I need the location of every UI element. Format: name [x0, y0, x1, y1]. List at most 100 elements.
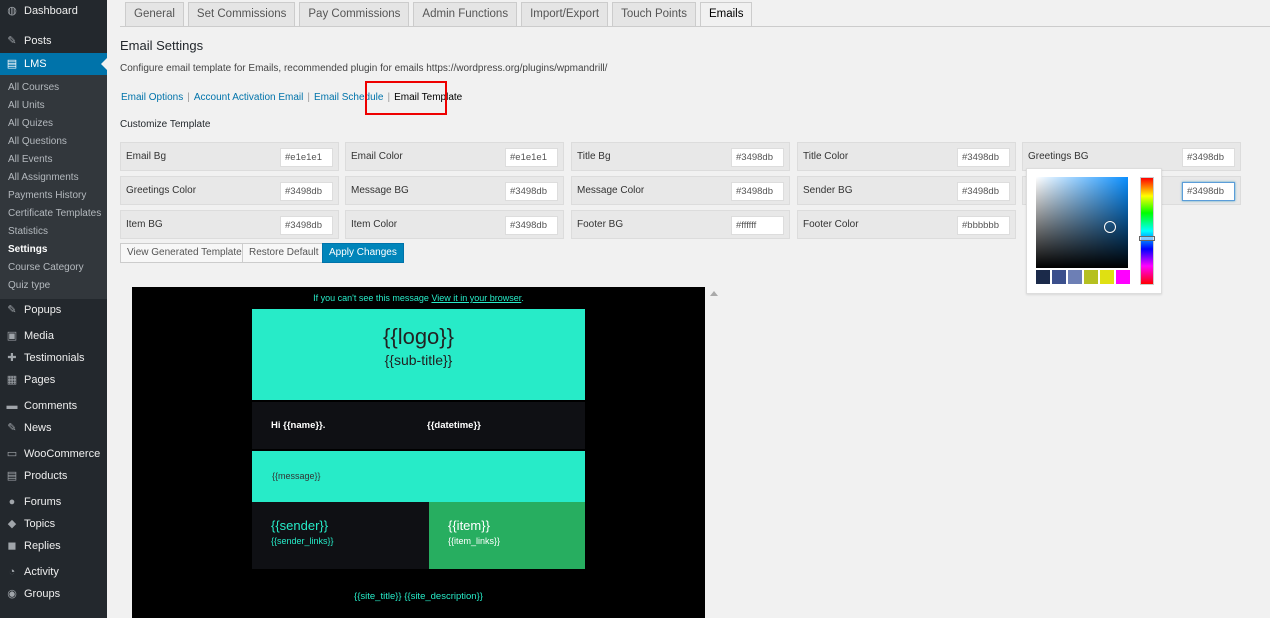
tab-general[interactable]: General: [125, 2, 184, 26]
sender-bg-input[interactable]: [957, 182, 1010, 201]
field-item-bg: Item BG: [120, 210, 339, 239]
subnav-email-options[interactable]: Email Options: [121, 92, 183, 103]
hue-slider-handle[interactable]: [1139, 236, 1155, 241]
color-gradient-area[interactable]: [1036, 177, 1128, 268]
color-swatch[interactable]: [1036, 270, 1050, 284]
subnav-account-activation[interactable]: Account Activation Email: [194, 92, 304, 103]
message-bg-input[interactable]: [505, 182, 558, 201]
submenu-item-all-quizes[interactable]: All Quizes: [0, 115, 107, 133]
preview-item: {{item}}: [448, 518, 490, 533]
preview-item-links: {{item_links}}: [448, 536, 501, 546]
apply-changes-button[interactable]: Apply Changes: [322, 243, 404, 263]
highlight-box: [365, 81, 447, 115]
preview-greeting: Hi {{name}}.: [271, 420, 326, 431]
color-selector-handle[interactable]: [1104, 221, 1116, 233]
title-color-input[interactable]: [957, 148, 1010, 167]
submenu-item-course-category[interactable]: Course Category: [0, 259, 107, 277]
preview-subtitle: {{sub-title}}: [384, 352, 453, 368]
field-label: Title Color: [803, 151, 849, 162]
view-in-browser-link[interactable]: View it in your browser: [431, 293, 521, 303]
tab-set-commissions[interactable]: Set Commissions: [187, 2, 296, 26]
submenu-item-statistics[interactable]: Statistics: [0, 223, 107, 241]
view-template-button[interactable]: View Generated Template: [120, 243, 249, 263]
email-color-input[interactable]: [505, 148, 558, 167]
footer-bg-input[interactable]: [731, 216, 784, 235]
sidebar-item-label: Groups: [24, 588, 61, 600]
page-title: Email Settings: [120, 38, 204, 53]
dashboard-icon: ◍: [7, 5, 17, 17]
sidebar-item-products[interactable]: ▤ Products: [0, 465, 107, 487]
submenu-item-certificate-templates[interactable]: Certificate Templates: [0, 205, 107, 223]
field-label: Greetings BG: [1028, 151, 1089, 162]
item-bg-input[interactable]: [280, 216, 333, 235]
sidebar-item-label: Replies: [24, 540, 61, 552]
preview-message: {{message}}: [252, 451, 585, 502]
field-greetings-color: Greetings Color: [120, 176, 339, 205]
submenu-item-all-courses[interactable]: All Courses: [0, 79, 107, 97]
preview-header: {{logo}} {{sub-title}}: [252, 309, 585, 400]
sidebar-item-label: Dashboard: [24, 5, 78, 17]
sidebar-item-groups[interactable]: ◉ Groups: [0, 583, 107, 605]
tab-admin-functions[interactable]: Admin Functions: [413, 2, 518, 26]
sidebar-item-news[interactable]: ✎ News: [0, 417, 107, 439]
sidebar-item-activity[interactable]: ◔ Activity: [0, 561, 107, 583]
email-bg-input[interactable]: [280, 148, 333, 167]
sidebar-item-posts[interactable]: ✎ Posts: [0, 30, 107, 52]
tab-import-export[interactable]: Import/Export: [521, 2, 609, 26]
restore-default-button[interactable]: Restore Default: [242, 243, 326, 263]
message-color-input[interactable]: [731, 182, 784, 201]
sidebar-item-lms[interactable]: ▤ LMS: [0, 53, 107, 75]
sidebar-item-dashboard[interactable]: ◍ Dashboard: [0, 0, 107, 22]
item-color-input[interactable]: [505, 216, 558, 235]
tab-pay-commissions[interactable]: Pay Commissions: [299, 2, 410, 26]
title-bg-input[interactable]: [731, 148, 784, 167]
submenu-item-all-units[interactable]: All Units: [0, 97, 107, 115]
tab-emails[interactable]: Emails: [699, 2, 753, 26]
tab-touch-points[interactable]: Touch Points: [612, 2, 696, 26]
sidebar-item-label: Products: [24, 470, 68, 482]
submenu-item-settings[interactable]: Settings: [0, 241, 107, 259]
sidebar-item-forums[interactable]: ● Forums: [0, 491, 107, 513]
color-swatch[interactable]: [1100, 270, 1114, 284]
sidebar-item-media[interactable]: ▣ Media: [0, 325, 107, 347]
sidebar-item-woocommerce[interactable]: ▭ WooCommerce: [0, 443, 107, 465]
submenu-item-all-events[interactable]: All Events: [0, 151, 107, 169]
media-icon: ▣: [6, 330, 18, 342]
field-label: Email Color: [351, 151, 403, 162]
greetings-color-input[interactable]: [280, 182, 333, 201]
greetings-bg-input[interactable]: [1182, 148, 1235, 167]
sidebar-item-replies[interactable]: ◼ Replies: [0, 535, 107, 557]
replies-icon: ◼: [7, 540, 17, 552]
field-label: Greetings Color: [126, 185, 197, 196]
sidebar-item-label: Forums: [24, 496, 62, 508]
comments-icon: ▬: [6, 400, 18, 412]
sidebar-item-pages[interactable]: ▦ Pages: [0, 369, 107, 391]
scroll-up-arrow-icon[interactable]: [710, 291, 718, 296]
footer-color-input[interactable]: [957, 216, 1010, 235]
sidebar-item-topics[interactable]: ◆ Topics: [0, 513, 107, 535]
field-label: Sender BG: [803, 185, 853, 196]
hue-slider[interactable]: [1139, 177, 1155, 285]
color-swatch[interactable]: [1116, 270, 1130, 284]
submenu-item-all-questions[interactable]: All Questions: [0, 133, 107, 151]
submenu-item-quiz-type[interactable]: Quiz type: [0, 277, 107, 295]
preview-footer: {{site_title}} {{site_description}}: [354, 591, 483, 602]
color-swatch[interactable]: [1052, 270, 1066, 284]
color-swatch[interactable]: [1084, 270, 1098, 284]
field-label: Footer Color: [803, 219, 859, 230]
sidebar-item-label: Topics: [24, 518, 56, 530]
field-message-color: Message Color: [571, 176, 790, 205]
submenu-item-payments-history[interactable]: Payments History: [0, 187, 107, 205]
color-picker: [1026, 168, 1162, 294]
settings-tabs: General Set Commissions Pay Commissions Adm…: [125, 2, 756, 26]
forums-icon: ●: [8, 496, 16, 508]
sidebar-item-testimonials[interactable]: ✚ Testimonials: [0, 347, 107, 369]
field-label: Item Color: [351, 219, 398, 230]
color-swatch[interactable]: [1068, 270, 1082, 284]
sidebar-item-popups[interactable]: ✎ Popups: [0, 299, 107, 321]
groups-icon: ◉: [7, 588, 17, 600]
field-title-color: Title Color: [797, 142, 1016, 171]
sender-color-input[interactable]: [1182, 182, 1235, 201]
sidebar-item-comments[interactable]: ▬ Comments: [0, 395, 107, 417]
submenu-item-all-assignments[interactable]: All Assignments: [0, 169, 107, 187]
